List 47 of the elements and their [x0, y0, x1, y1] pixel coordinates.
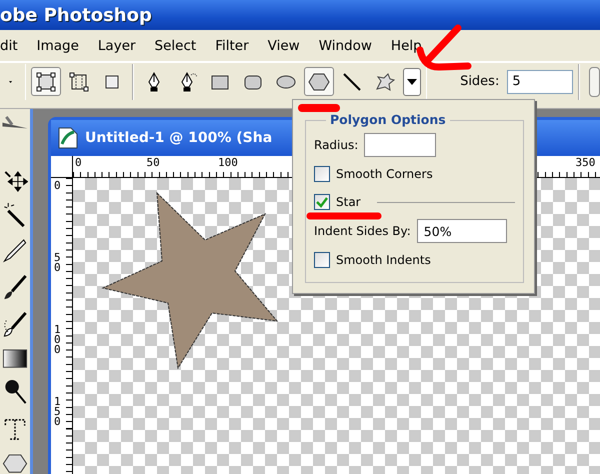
- menu-item[interactable]: View: [268, 38, 300, 54]
- move-icon[interactable]: [2, 170, 28, 194]
- menu-item[interactable]: Select: [154, 38, 196, 54]
- checkbox[interactable]: [314, 166, 330, 182]
- field-label: Radius:: [314, 138, 358, 152]
- dropdown-button[interactable]: [402, 68, 421, 96]
- ruler-label: 350: [576, 157, 596, 169]
- input-field[interactable]: 50%: [416, 219, 507, 243]
- window-title: obe Photoshop: [0, 4, 152, 26]
- menu-item[interactable]: Image: [36, 38, 79, 54]
- underline-annotation: [298, 104, 340, 112]
- input-field[interactable]: [364, 133, 436, 157]
- menu-item[interactable]: Window: [318, 38, 372, 54]
- polygon-tool-button[interactable]: [304, 67, 334, 96]
- document-icon: [57, 126, 79, 150]
- ruler-label: 0: [75, 157, 82, 169]
- ruler-label: 100: [218, 157, 238, 169]
- gradient-icon[interactable]: [2, 348, 28, 369]
- checkbox-label: Star: [336, 195, 361, 209]
- history-brush-icon[interactable]: [2, 310, 28, 338]
- panel-title: Polygon Options: [326, 112, 450, 127]
- ruler-label: 100: [54, 325, 62, 355]
- paths-icon: [68, 70, 90, 92]
- brush-icon[interactable]: [2, 274, 28, 301]
- line-icon: [340, 70, 363, 92]
- ruler-label: 0: [54, 181, 62, 191]
- ruler-label: 50: [54, 253, 62, 273]
- sides-label: Sides:: [460, 74, 500, 89]
- document-title: Untitled-1 @ 100% (Sha: [85, 130, 272, 146]
- checkbox[interactable]: [314, 194, 330, 210]
- ruler-label: 150: [54, 397, 62, 427]
- ruler-label: 50: [146, 157, 160, 169]
- checkbox-label: Smooth Indents: [336, 253, 431, 267]
- custom-shape-icon: [374, 70, 396, 92]
- sides-input[interactable]: 5: [507, 70, 574, 94]
- menu-item[interactable]: Layer: [98, 38, 136, 54]
- polygon-icon[interactable]: [2, 452, 28, 474]
- shape-layers-tool-button[interactable]: [31, 67, 62, 96]
- shape-layers-icon: [35, 70, 58, 92]
- menu-item[interactable]: dit: [0, 38, 18, 54]
- field-label: Indent Sides By:: [314, 224, 411, 238]
- checkbox[interactable]: [314, 252, 330, 268]
- style-button[interactable]: [588, 66, 600, 96]
- polygon-icon: [308, 70, 330, 92]
- checkbox-label: Smooth Corners: [336, 167, 433, 181]
- menu-item[interactable]: Filter: [215, 38, 249, 54]
- caret-icon: [406, 78, 417, 84]
